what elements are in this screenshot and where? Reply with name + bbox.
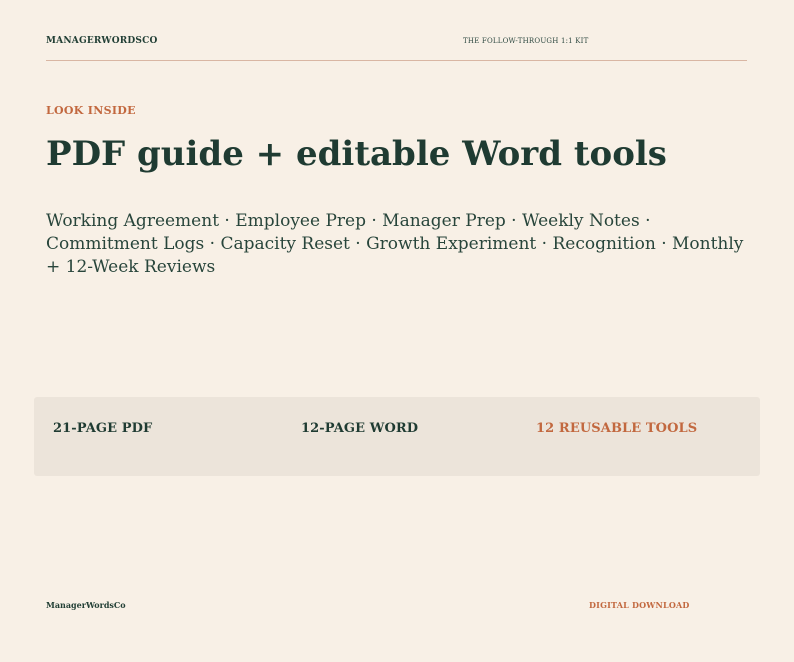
brand-name: MANAGERWORDSCO [46,36,158,46]
stats-band: 21-PAGE PDF 12-PAGE WORD 12 REUSABLE TOO… [34,397,760,476]
product-preview-page: MANAGERWORDSCO THE FOLLOW-THROUGH 1:1 KI… [0,0,794,662]
section-eyebrow: LOOK INSIDE [46,104,136,117]
footer-download-label: DIGITAL DOWNLOAD [589,600,690,610]
page-header: MANAGERWORDSCO THE FOLLOW-THROUGH 1:1 KI… [46,36,747,61]
stat-reusable-tools: 12 REUSABLE TOOLS [536,421,698,436]
footer-brand: ManagerWordsCo [46,600,126,610]
stat-word-pages: 12-PAGE WORD [301,421,419,436]
tools-description: Working Agreement · Employee Prep · Mana… [46,211,744,277]
kit-title: THE FOLLOW-THROUGH 1:1 KIT [463,37,589,45]
page-headline: PDF guide + editable Word tools [46,134,667,174]
stat-pdf-pages: 21-PAGE PDF [53,421,153,436]
